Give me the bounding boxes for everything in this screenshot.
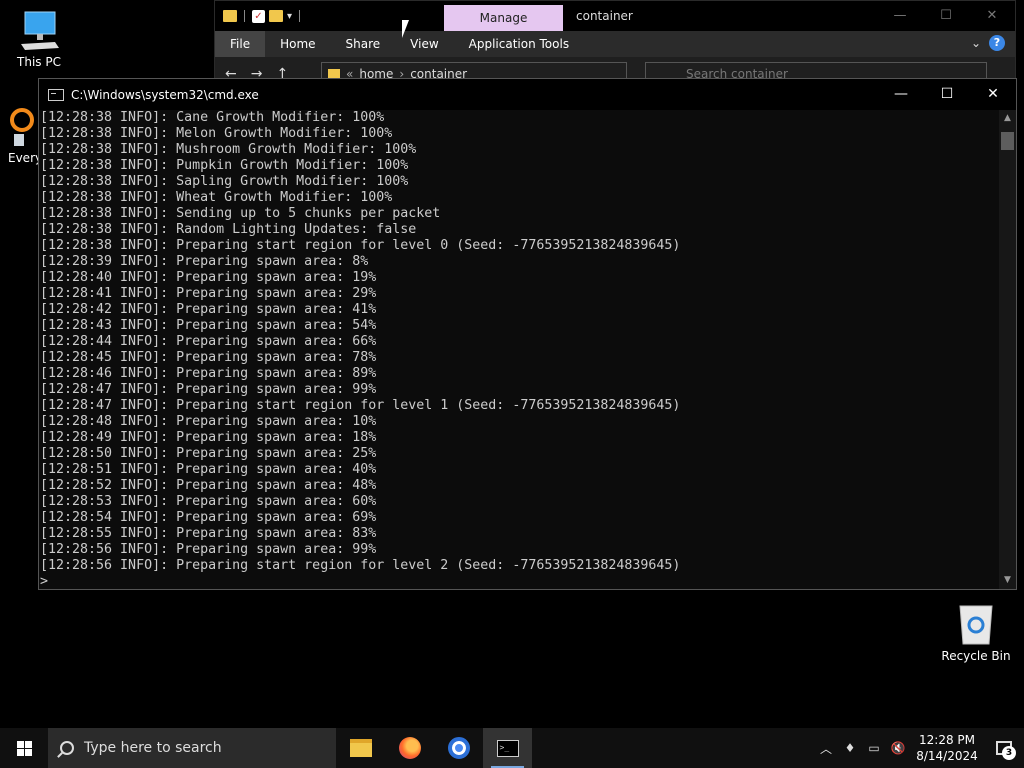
console-line: >: [40, 574, 49, 589]
console-output[interactable]: [12:28:38 INFO]: Cane Growth Modifier: 1…: [39, 110, 999, 589]
file-explorer-icon: [349, 739, 372, 757]
console-log: [12:28:38 INFO]: Cane Growth Modifier: 1…: [40, 110, 999, 589]
console-line: [12:28:51 INFO]: Preparing spawn area: 4…: [40, 462, 377, 477]
taskbar-chrome[interactable]: [434, 728, 483, 768]
expand-ribbon-icon[interactable]: ⌄: [971, 36, 981, 50]
recycle-bin-icon: [959, 605, 993, 645]
manage-tab[interactable]: Manage: [444, 5, 563, 32]
ribbon-tab-file[interactable]: File: [215, 31, 266, 57]
maximize-icon[interactable]: ☐: [923, 1, 969, 31]
minimize-icon[interactable]: —: [877, 1, 923, 31]
toolbar-separator: [244, 10, 245, 22]
console-line: [12:28:47 INFO]: Preparing spawn area: 9…: [40, 382, 377, 397]
close-icon[interactable]: ✕: [969, 1, 1015, 31]
file-explorer-window[interactable]: ✓ ▾ Manage container — ☐ ✕ File Home Sha…: [214, 0, 1016, 90]
this-pc-label: This PC: [17, 55, 61, 69]
console-line: [12:28:56 INFO]: Preparing spawn area: 9…: [40, 542, 377, 557]
show-hidden-icons-icon[interactable]: ︿: [814, 740, 838, 757]
action-center-button[interactable]: 3: [984, 728, 1024, 768]
properties-icon[interactable]: ✓: [252, 9, 265, 23]
taskbar-file-explorer[interactable]: [336, 728, 385, 768]
clock-time: 12:28 PM: [919, 733, 975, 747]
notification-count-badge: 3: [1002, 746, 1016, 760]
console-line: [12:28:48 INFO]: Preparing spawn area: 1…: [40, 414, 377, 429]
console-line: [12:28:42 INFO]: Preparing spawn area: 4…: [40, 302, 377, 317]
console-line: [12:28:39 INFO]: Preparing spawn area: 8…: [40, 254, 369, 269]
help-icon[interactable]: ?: [989, 35, 1005, 51]
console-line: [12:28:50 INFO]: Preparing spawn area: 2…: [40, 446, 377, 461]
console-line: [12:28:55 INFO]: Preparing spawn area: 8…: [40, 526, 377, 541]
taskbar-search-box[interactable]: Type here to search: [48, 728, 336, 768]
folder-icon[interactable]: [223, 10, 237, 22]
system-tray: ︿ ♦ ▭ 🔇 12:28 PM 8/14/2024 3: [814, 728, 1024, 768]
console-line: [12:28:44 INFO]: Preparing spawn area: 6…: [40, 334, 377, 349]
security-icon[interactable]: ♦: [838, 741, 862, 755]
customize-toolbar-icon[interactable]: ▾: [287, 11, 292, 22]
taskbar-firefox[interactable]: [385, 728, 434, 768]
desktop: This PC Every Recycle Bin ✓ ▾ Manage con…: [0, 0, 1024, 720]
console-line: [12:28:38 INFO]: Cane Growth Modifier: 1…: [40, 110, 385, 125]
console-line: [12:28:49 INFO]: Preparing spawn area: 1…: [40, 430, 377, 445]
explorer-title-bar[interactable]: ✓ ▾ Manage container — ☐ ✕: [215, 1, 1015, 32]
mouse-cursor-icon: [402, 20, 409, 38]
search-icon: [60, 741, 74, 755]
maximize-icon[interactable]: ☐: [924, 79, 970, 110]
console-line: [12:28:41 INFO]: Preparing spawn area: 2…: [40, 286, 377, 301]
firefox-icon: [398, 737, 421, 759]
toolbar-separator: [299, 10, 301, 22]
ribbon-tab-share[interactable]: Share: [331, 31, 396, 57]
cmd-icon: >_: [496, 739, 519, 757]
terminal-icon: [48, 88, 64, 101]
taskbar-search-placeholder: Type here to search: [84, 740, 222, 756]
ribbon-tab-application-tools[interactable]: Application Tools: [454, 31, 584, 57]
clock-date: 8/14/2024: [916, 749, 978, 763]
scroll-up-icon[interactable]: ▲: [999, 110, 1016, 127]
everything-desktop-icon[interactable]: Every: [8, 108, 43, 165]
cmd-title-bar[interactable]: C:\Windows\system32\cmd.exe — ☐ ✕: [39, 79, 1016, 110]
volume-muted-icon[interactable]: 🔇: [886, 741, 910, 755]
network-icon[interactable]: ▭: [862, 741, 886, 755]
this-pc-desktop-icon[interactable]: This PC: [8, 8, 70, 69]
everything-app-icon: [10, 108, 34, 146]
scrollbar-thumb[interactable]: [1001, 132, 1014, 150]
new-folder-icon[interactable]: [269, 10, 283, 22]
taskbar-cmd[interactable]: >_: [483, 728, 532, 768]
console-line: [12:28:53 INFO]: Preparing spawn area: 6…: [40, 494, 377, 509]
taskbar: Type here to search >_ ︿ ♦ ▭ 🔇 12:28 PM …: [0, 728, 1024, 768]
console-line: [12:28:38 INFO]: Mushroom Growth Modifie…: [40, 142, 417, 157]
console-line: [12:28:38 INFO]: Melon Growth Modifier: …: [40, 126, 393, 141]
console-line: [12:28:38 INFO]: Wheat Growth Modifier: …: [40, 190, 393, 205]
recycle-bin-desktop-icon[interactable]: Recycle Bin: [936, 600, 1016, 663]
vertical-scrollbar[interactable]: ▲ ▼: [999, 110, 1016, 589]
cmd-window-title: C:\Windows\system32\cmd.exe: [71, 87, 259, 102]
clock[interactable]: 12:28 PM 8/14/2024: [910, 732, 984, 764]
explorer-window-title: container: [576, 9, 633, 23]
console-line: [12:28:45 INFO]: Preparing spawn area: 7…: [40, 350, 377, 365]
windows-logo-icon: [16, 740, 32, 756]
chrome-icon: [447, 737, 470, 759]
console-line: [12:28:46 INFO]: Preparing spawn area: 8…: [40, 366, 377, 381]
console-line: [12:28:40 INFO]: Preparing spawn area: 1…: [40, 270, 377, 285]
console-line: [12:28:38 INFO]: Preparing start region …: [40, 238, 681, 253]
console-line: [12:28:43 INFO]: Preparing spawn area: 5…: [40, 318, 377, 333]
close-icon[interactable]: ✕: [970, 79, 1016, 110]
console-line: [12:28:38 INFO]: Random Lighting Updates…: [40, 222, 417, 237]
start-button[interactable]: [0, 728, 48, 768]
scroll-down-icon[interactable]: ▼: [999, 572, 1016, 589]
console-line: [12:28:38 INFO]: Sending up to 5 chunks …: [40, 206, 441, 221]
console-line: [12:28:52 INFO]: Preparing spawn area: 4…: [40, 478, 377, 493]
console-line: [12:28:38 INFO]: Pumpkin Growth Modifier…: [40, 158, 409, 173]
console-line: [12:28:54 INFO]: Preparing spawn area: 6…: [40, 510, 377, 525]
computer-icon: [21, 11, 59, 50]
ribbon-tab-home[interactable]: Home: [265, 31, 330, 57]
console-line: [12:28:38 INFO]: Sapling Growth Modifier…: [40, 174, 409, 189]
explorer-ribbon: File Home Share View Application Tools ⌄…: [215, 31, 1015, 57]
everything-label: Every: [8, 151, 43, 165]
cmd-window[interactable]: C:\Windows\system32\cmd.exe — ☐ ✕ [12:28…: [38, 78, 1017, 590]
minimize-icon[interactable]: —: [878, 79, 924, 110]
recycle-bin-label: Recycle Bin: [941, 649, 1011, 663]
quick-access-toolbar: ✓ ▾: [215, 9, 303, 23]
console-line: [12:28:56 INFO]: Preparing start region …: [40, 558, 681, 573]
console-line: [12:28:47 INFO]: Preparing start region …: [40, 398, 681, 413]
